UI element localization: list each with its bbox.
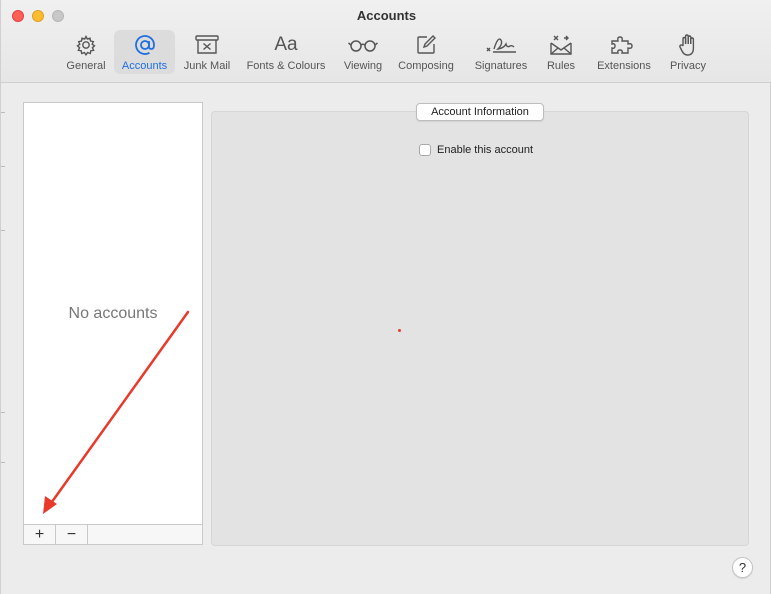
gear-icon xyxy=(76,34,96,56)
help-button[interactable]: ? xyxy=(732,557,753,578)
tab-label: Rules xyxy=(546,60,576,72)
at-sign-icon xyxy=(134,35,155,55)
signature-icon xyxy=(486,38,516,53)
tab-fonts-colours[interactable]: Aa Fonts & Colours xyxy=(241,30,331,74)
compose-pencil-icon xyxy=(417,35,436,54)
remove-account-button[interactable]: − xyxy=(56,525,88,544)
tab-label: Viewing xyxy=(343,60,383,72)
glasses-icon xyxy=(348,40,378,52)
junk-bin-icon xyxy=(195,35,219,54)
enable-account-row[interactable]: Enable this account xyxy=(419,144,533,156)
font-aa-icon: Aa xyxy=(274,34,298,55)
tab-composing[interactable]: Composing xyxy=(393,30,459,74)
tab-viewing[interactable]: Viewing xyxy=(337,30,389,74)
accounts-list[interactable]: No accounts + − xyxy=(23,102,203,545)
toolbar: Accounts General Accounts Junk Mail Aa F… xyxy=(1,0,771,83)
preferences-window: Accounts General Accounts Junk Mail Aa F… xyxy=(0,0,771,594)
tab-label: Composing xyxy=(398,60,454,72)
cursor-dot xyxy=(398,329,401,332)
puzzle-piece-icon xyxy=(611,36,633,54)
tab-label: Privacy xyxy=(669,60,707,72)
tab-label: Signatures xyxy=(474,60,528,72)
list-controls: + − xyxy=(23,524,203,545)
account-information-tab[interactable]: Account Information xyxy=(416,103,544,121)
tab-signatures[interactable]: Signatures xyxy=(466,30,536,74)
tab-label: Junk Mail xyxy=(183,60,231,72)
tab-label: General xyxy=(66,60,106,72)
tab-rules[interactable]: Rules xyxy=(542,30,580,74)
enable-account-label: Enable this account xyxy=(437,144,534,156)
tab-junk-mail[interactable]: Junk Mail xyxy=(178,30,236,74)
envelope-rules-icon xyxy=(550,35,572,55)
tab-label: Accounts xyxy=(121,60,168,72)
tab-accounts[interactable]: Accounts xyxy=(114,30,175,74)
hand-icon xyxy=(679,34,695,56)
enable-account-checkbox[interactable] xyxy=(419,144,431,156)
add-account-button[interactable]: + xyxy=(24,525,56,544)
tab-general[interactable]: General xyxy=(61,30,111,74)
window-title: Accounts xyxy=(356,8,417,23)
empty-list-message: No accounts xyxy=(68,305,158,322)
tab-label: Extensions xyxy=(597,60,651,72)
tab-privacy[interactable]: Privacy xyxy=(663,30,713,74)
tab-extensions[interactable]: Extensions xyxy=(591,30,657,74)
tab-label: Fonts & Colours xyxy=(246,60,326,72)
account-details-panel xyxy=(211,111,749,546)
